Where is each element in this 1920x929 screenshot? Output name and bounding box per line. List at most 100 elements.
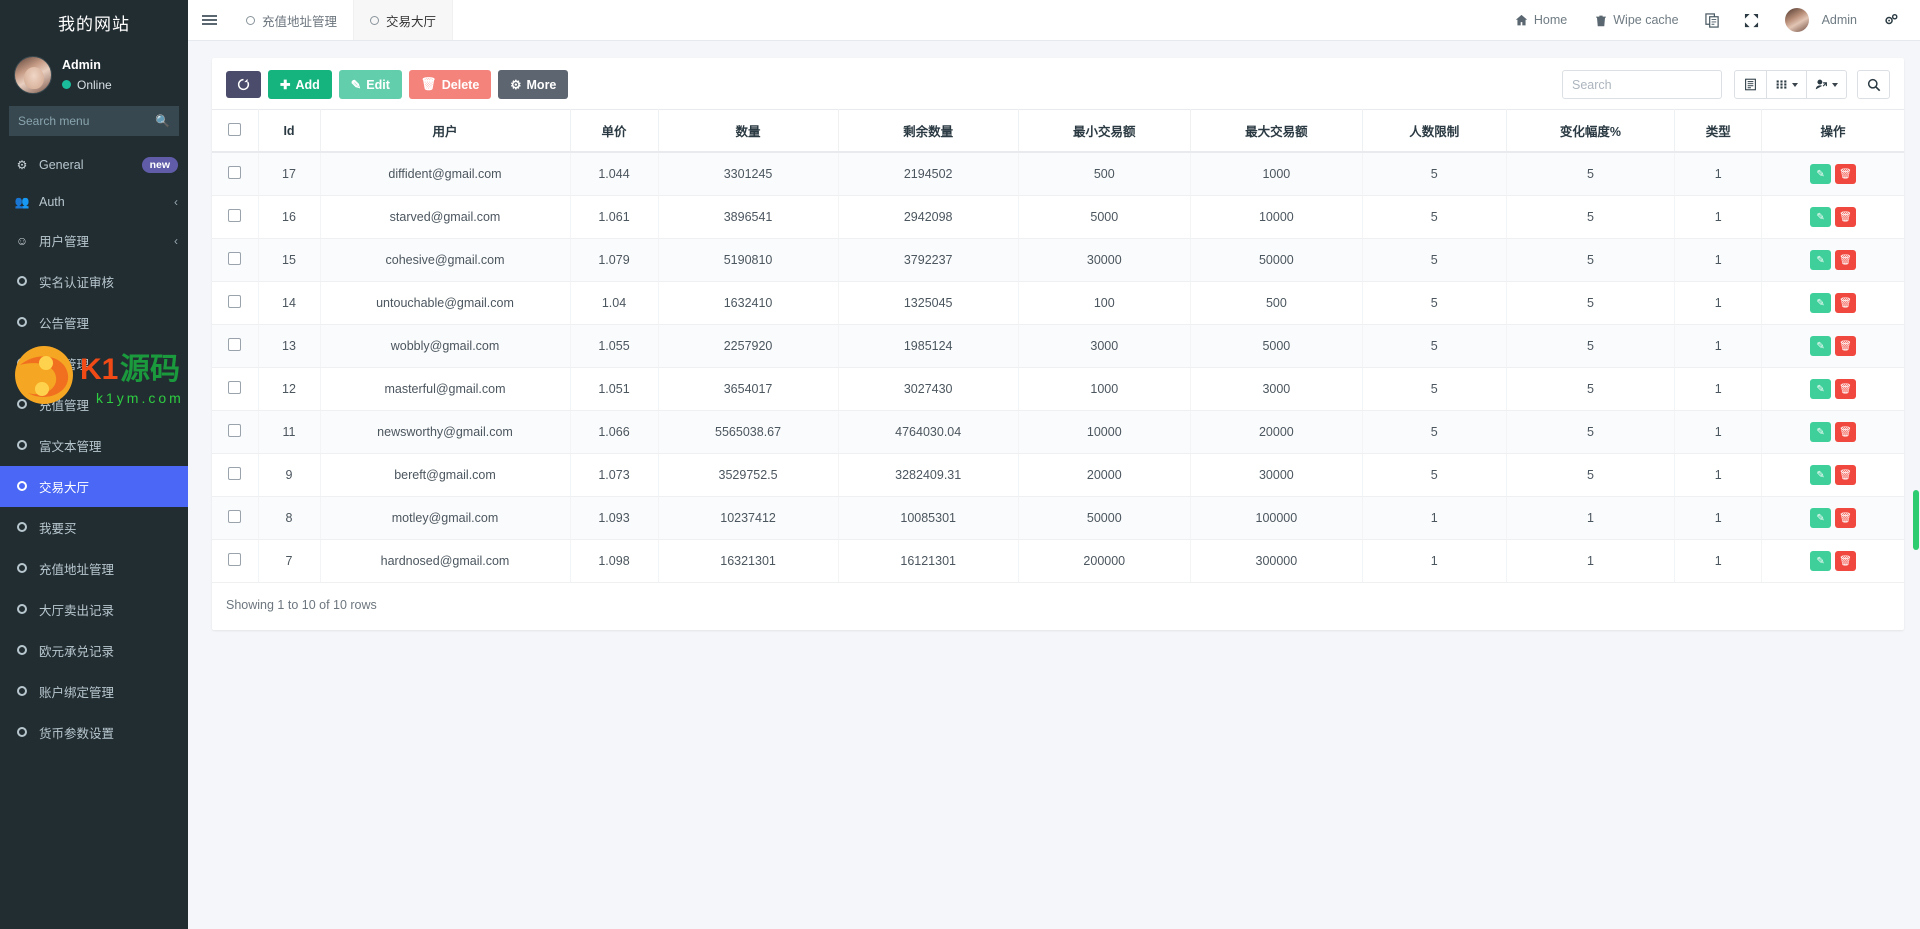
table-row[interactable]: 17 diffident@gmail.com 1.044 3301245 2194502…	[212, 152, 1904, 196]
cell-remain: 3792237	[838, 238, 1019, 282]
row-checkbox[interactable]	[228, 510, 242, 523]
table-row[interactable]: 15 cohesive@gmail.com 1.079 5190810 3792237 3…	[212, 238, 1904, 282]
row-delete-button[interactable]: 🗑	[1835, 164, 1857, 184]
row-checkbox[interactable]	[228, 338, 242, 351]
row-actions-cell: ✎ 🗑	[1761, 238, 1904, 282]
cell-max: 1000	[1190, 152, 1363, 196]
row-checkbox[interactable]	[228, 295, 242, 308]
tab-1[interactable]: 交易大厅	[354, 0, 454, 40]
row-select-cell[interactable]	[212, 195, 259, 239]
row-delete-button[interactable]: 🗑	[1835, 250, 1857, 270]
user-menu[interactable]: Admin	[1771, 0, 1871, 41]
cell-price: 1.079	[570, 238, 659, 282]
row-edit-button[interactable]: ✎	[1810, 207, 1832, 227]
add-button[interactable]: ✚ Add	[268, 70, 332, 99]
row-select-cell[interactable]	[212, 152, 259, 196]
row-edit-button[interactable]: ✎	[1810, 293, 1832, 313]
search-icon[interactable]: 🔍	[155, 114, 170, 128]
row-edit-button[interactable]: ✎	[1810, 422, 1832, 442]
sidebar-item-3[interactable]: 实名认证审核	[0, 261, 188, 302]
settings-gear-icon[interactable]	[1871, 0, 1910, 41]
sidebar-item-10[interactable]: 充值地址管理	[0, 548, 188, 589]
table-row[interactable]: 13 wobbly@gmail.com 1.055 2257920 1985124 300…	[212, 324, 1904, 368]
more-button[interactable]: ⚙ More	[498, 70, 569, 99]
sidebar-item-8[interactable]: 交易大厅	[0, 466, 188, 507]
table-row[interactable]: 8 motley@gmail.com 1.093 10237412 10085301 50…	[212, 496, 1904, 540]
sidebar-item-6[interactable]: 充值管理	[0, 384, 188, 425]
row-select-cell[interactable]	[212, 453, 259, 497]
row-delete-button[interactable]: 🗑	[1835, 422, 1857, 442]
home-link[interactable]: Home	[1501, 0, 1581, 41]
export-dropdown-button[interactable]	[1806, 70, 1847, 99]
row-edit-button[interactable]: ✎	[1810, 465, 1832, 485]
sidebar-item-2[interactable]: ☺ 用户管理 ‹	[0, 220, 188, 261]
select-all-checkbox[interactable]	[228, 122, 242, 136]
row-select-cell[interactable]	[212, 238, 259, 282]
row-delete-button[interactable]: 🗑	[1835, 379, 1857, 399]
sidebar-item-1[interactable]: 👥 Auth ‹	[0, 184, 188, 220]
table-row[interactable]: 7 hardnosed@gmail.com 1.098 16321301 1612130…	[212, 539, 1904, 583]
row-select-cell[interactable]	[212, 367, 259, 411]
copy-page-icon[interactable]	[1693, 0, 1732, 41]
row-edit-button[interactable]: ✎	[1810, 250, 1832, 270]
row-delete-button[interactable]: 🗑	[1835, 551, 1857, 571]
row-select-cell[interactable]	[212, 281, 259, 325]
row-checkbox[interactable]	[228, 553, 242, 566]
sidebar-item-12[interactable]: 欧元承兑记录	[0, 630, 188, 671]
row-checkbox[interactable]	[228, 467, 242, 480]
row-delete-button[interactable]: 🗑	[1835, 207, 1857, 227]
row-delete-button[interactable]: 🗑	[1835, 336, 1857, 356]
columns-dropdown-button[interactable]	[1766, 70, 1807, 99]
sidebar-item-0[interactable]: ⚙ General new	[0, 146, 188, 184]
sidebar-item-14[interactable]: 货币参数设置	[0, 712, 188, 753]
table-row[interactable]: 12 masterful@gmail.com 1.051 3654017 3027430…	[212, 367, 1904, 411]
row-select-cell[interactable]	[212, 324, 259, 368]
search-menu-input[interactable]	[18, 114, 156, 128]
row-select-cell[interactable]	[212, 496, 259, 540]
row-checkbox[interactable]	[228, 381, 242, 394]
edit-button[interactable]: ✎ Edit	[338, 70, 402, 99]
row-checkbox[interactable]	[228, 209, 242, 222]
tab-0[interactable]: 充值地址管理	[230, 0, 355, 40]
sidebar-item-9[interactable]: 我要买	[0, 507, 188, 548]
sidebar-item-7[interactable]: 富文本管理	[0, 425, 188, 466]
row-checkbox[interactable]	[228, 424, 242, 437]
sidebar-item-label: 公告管理	[39, 317, 90, 331]
table-row[interactable]: 16 starved@gmail.com 1.061 3896541 2942098 50…	[212, 195, 1904, 239]
sidebar-user-panel[interactable]: Admin Online	[0, 44, 188, 106]
sidebar-menu: ⚙ General new 👥 Auth ‹ ☺ 用户管理 ‹ 实名认证审核公告管理核销管理 充值管…	[0, 146, 188, 753]
wipe-cache-link[interactable]: Wipe cache	[1581, 0, 1692, 41]
table-row[interactable]: 9 bereft@gmail.com 1.073 3529752.5 3282409.3…	[212, 453, 1904, 497]
cell-price: 1.055	[570, 324, 659, 368]
search-toggle-button[interactable]	[1857, 70, 1890, 99]
search-input[interactable]	[1562, 70, 1722, 99]
sidebar-item-13[interactable]: 账户绑定管理	[0, 671, 188, 712]
row-edit-button[interactable]: ✎	[1810, 164, 1832, 184]
paginate-toggle-button[interactable]	[1734, 70, 1767, 99]
page-scrollbar-thumb[interactable]	[1913, 490, 1919, 550]
fullscreen-icon[interactable]	[1732, 0, 1771, 41]
refresh-button[interactable]	[226, 71, 261, 98]
row-select-cell[interactable]	[212, 539, 259, 583]
table-row[interactable]: 14 untouchable@gmail.com 1.04 1632410 132504…	[212, 281, 1904, 325]
cell-limit: 5	[1362, 324, 1507, 368]
sidebar-item-11[interactable]: 大厅卖出记录	[0, 589, 188, 630]
row-checkbox[interactable]	[228, 252, 242, 265]
row-edit-button[interactable]: ✎	[1810, 508, 1832, 528]
row-edit-button[interactable]: ✎	[1810, 379, 1832, 399]
row-delete-button[interactable]: 🗑	[1835, 293, 1857, 313]
sidebar-item-5[interactable]: 核销管理	[0, 343, 188, 384]
row-edit-button[interactable]: ✎	[1810, 551, 1832, 571]
row-select-cell[interactable]	[212, 410, 259, 454]
row-checkbox[interactable]	[228, 166, 242, 179]
sidebar-search-box[interactable]: 🔍	[9, 106, 179, 136]
row-delete-button[interactable]: 🗑	[1835, 508, 1857, 528]
select-all-header[interactable]	[212, 109, 259, 153]
sidebar-item-4[interactable]: 公告管理	[0, 302, 188, 343]
row-delete-button[interactable]: 🗑	[1835, 465, 1857, 485]
row-edit-button[interactable]: ✎	[1810, 336, 1832, 356]
hamburger-menu-icon[interactable]	[188, 0, 230, 40]
table-row[interactable]: 11 newsworthy@gmail.com 1.066 5565038.67 476…	[212, 410, 1904, 454]
delete-button[interactable]: 🗑 Delete	[408, 70, 492, 99]
circle-icon	[14, 357, 30, 371]
